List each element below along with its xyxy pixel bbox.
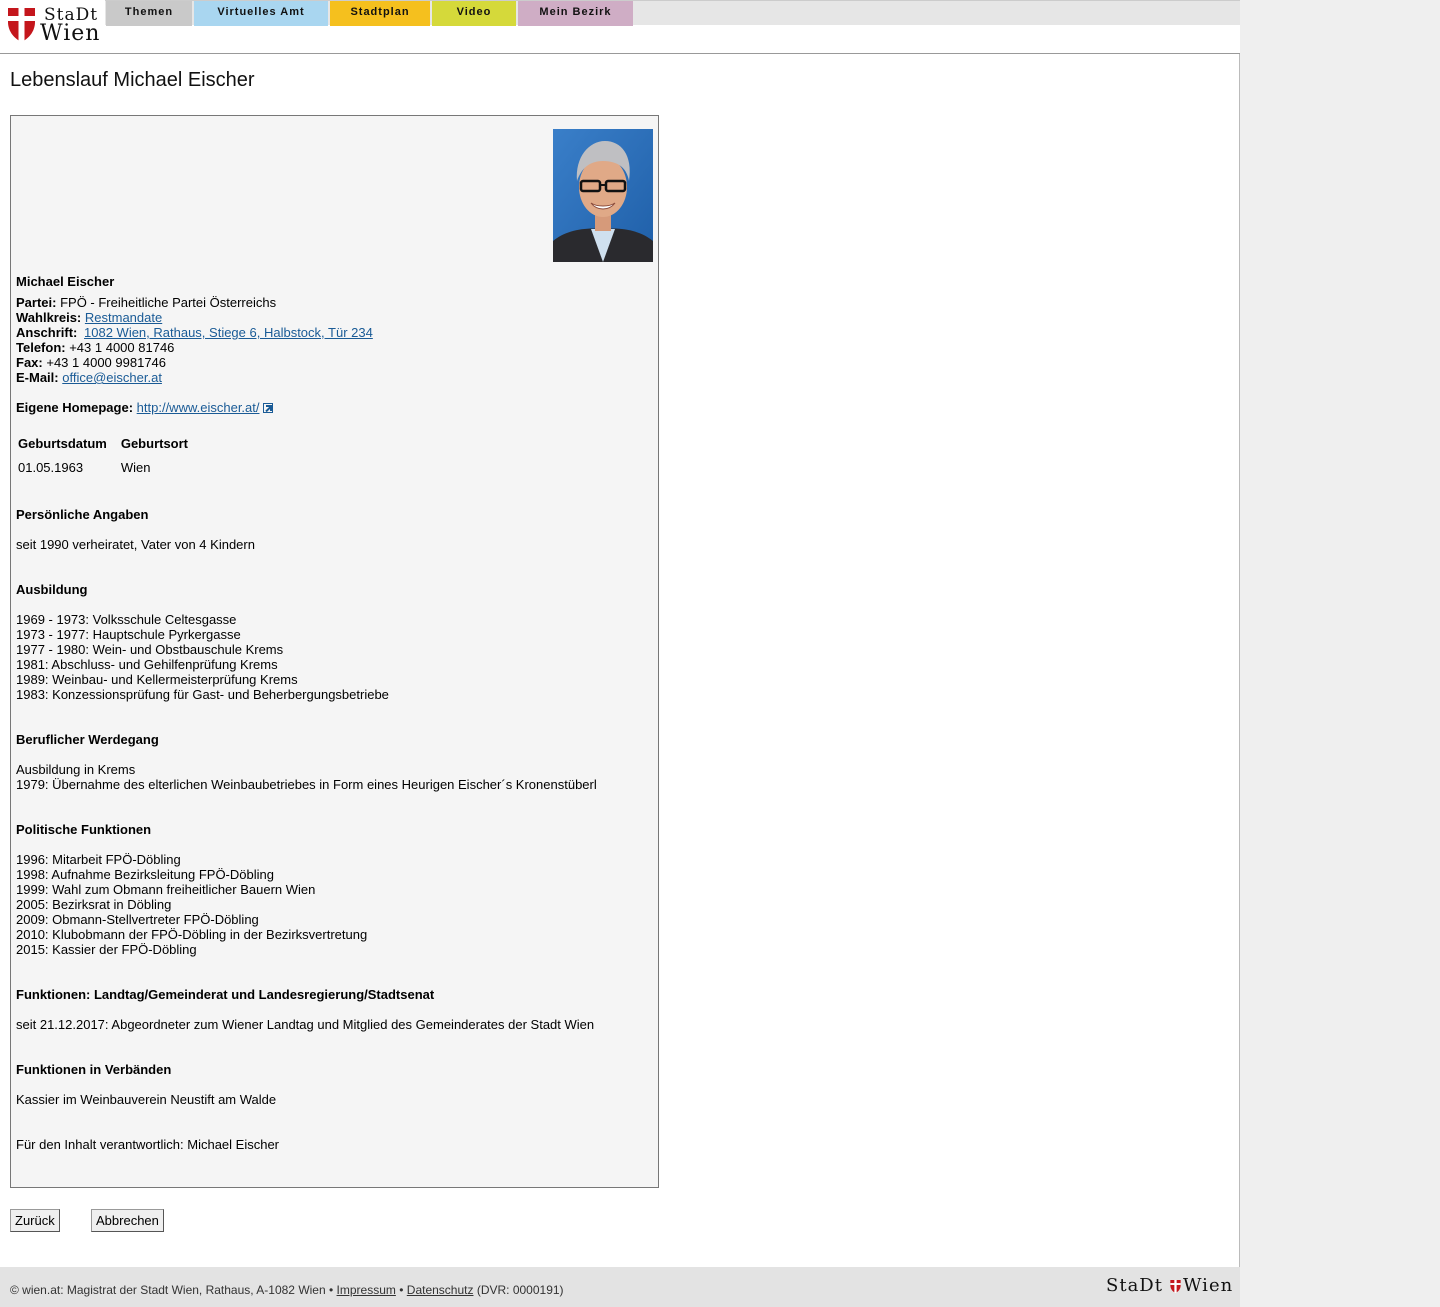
section-heading-ausbildung: Ausbildung bbox=[16, 582, 88, 597]
tab-video[interactable]: Video bbox=[432, 1, 516, 26]
anschrift-link[interactable]: 1082 Wien, Rathaus, Stiege 6, Halbstock,… bbox=[84, 325, 373, 340]
header-geburtsort: Geburtsort bbox=[120, 436, 189, 451]
stadt-wien-logo[interactable]: StaDt Wien bbox=[6, 5, 102, 47]
cell-geburtsdatum: 01.05.1963 bbox=[18, 460, 84, 475]
external-link-icon[interactable] bbox=[262, 403, 273, 413]
datenschutz-link[interactable]: Datenschutz bbox=[407, 1283, 474, 1297]
section-heading-persoenlich: Persönliche Angaben bbox=[16, 507, 149, 522]
partei-row: Partei: FPÖ - Freiheitliche Partei Öster… bbox=[16, 295, 276, 310]
table-row: 01.05.1963 Wien bbox=[16, 457, 200, 477]
table-header-row: Geburtsdatum Geburtsort bbox=[16, 433, 200, 457]
profile-box: Michael Eischer Partei: FPÖ - Freiheitli… bbox=[10, 115, 659, 1188]
tab-virtuelles-amt[interactable]: Virtuelles Amt bbox=[194, 1, 328, 26]
list-item: 1983: Konzessionsprüfung für Gast- und B… bbox=[16, 687, 389, 702]
list-item: 1981: Abschluss- und Gehilfenprüfung Kre… bbox=[16, 657, 278, 672]
anschrift-label: Anschrift: bbox=[16, 325, 78, 340]
cell-geburtsort: Wien bbox=[120, 460, 151, 475]
wahlkreis-label: Wahlkreis: bbox=[16, 310, 82, 325]
page-title: Lebenslauf Michael Eischer bbox=[10, 69, 255, 91]
back-button[interactable]: Zurück bbox=[10, 1209, 60, 1232]
list-item: 2010: Klubobmann der FPÖ-Döbling in der … bbox=[16, 927, 368, 942]
list-item: 1996: Mitarbeit FPÖ-Döbling bbox=[16, 852, 181, 867]
email-link[interactable]: office@eischer.at bbox=[62, 370, 162, 385]
wahlkreis-row: Wahlkreis: Restmandate bbox=[16, 310, 162, 325]
header: StaDt Wien Themen Virtuelles Amt Stadtpl… bbox=[0, 0, 1240, 54]
homepage-link[interactable]: http://www.eischer.at/ bbox=[137, 400, 260, 415]
email-label: E-Mail: bbox=[16, 370, 59, 385]
wien-crest-icon bbox=[1170, 1280, 1181, 1293]
list-item: seit 21.12.2017: Abgeordneter zum Wiener… bbox=[16, 1017, 595, 1032]
section-heading-verbaende: Funktionen in Verbänden bbox=[16, 1062, 172, 1077]
list-item: 2015: Kassier der FPÖ-Döbling bbox=[16, 942, 197, 957]
section-heading-politik: Politische Funktionen bbox=[16, 822, 152, 837]
list-item: Kassier im Weinbauverein Neustift am Wal… bbox=[16, 1092, 277, 1107]
list-item: 1998: Aufnahme Bezirksleitung FPÖ-Döblin… bbox=[16, 867, 274, 882]
section-heading-beruf: Beruflicher Werdegang bbox=[16, 732, 159, 747]
cancel-button[interactable]: Abbrechen bbox=[91, 1209, 164, 1232]
footer-logo-wien: Wien bbox=[1183, 1275, 1234, 1296]
homepage-row: Eigene Homepage: http://www.eischer.at/ bbox=[16, 400, 273, 415]
email-row: E-Mail: office@eischer.at bbox=[16, 370, 162, 385]
footer: © wien.at: Magistrat der Stadt Wien, Rat… bbox=[0, 1267, 1240, 1307]
telefon-label: Telefon: bbox=[16, 340, 66, 355]
footer-copyright: © wien.at: Magistrat der Stadt Wien, Rat… bbox=[10, 1283, 334, 1297]
tab-stadtplan[interactable]: Stadtplan bbox=[330, 1, 430, 26]
page: StaDt Wien Themen Virtuelles Amt Stadtpl… bbox=[0, 0, 1240, 1307]
footer-logo-stadt: StaDt bbox=[1106, 1275, 1163, 1296]
list-item: 2005: Bezirksrat in Döbling bbox=[16, 897, 172, 912]
list-item: 1973 - 1977: Hauptschule Pyrkergasse bbox=[16, 627, 241, 642]
main-navigation: Themen Virtuelles Amt Stadtplan Video Me… bbox=[105, 0, 1240, 26]
fax-value: +43 1 4000 9981746 bbox=[46, 355, 167, 370]
list-item: 1979: Übernahme des elterlichen Weinbaub… bbox=[16, 777, 597, 792]
wien-crest-icon bbox=[8, 8, 35, 42]
footer-dvr: (DVR: 0000191) bbox=[476, 1283, 564, 1297]
responsible-note: Für den Inhalt verantwortlich: Michael E… bbox=[16, 1137, 280, 1152]
profile-name: Michael Eischer bbox=[16, 274, 115, 289]
list-item: 1999: Wahl zum Obmann freiheitlicher Bau… bbox=[16, 882, 316, 897]
tab-themen[interactable]: Themen bbox=[106, 1, 192, 26]
list-item: Ausbildung in Krems bbox=[16, 762, 136, 777]
telefon-row: Telefon: +43 1 4000 81746 bbox=[16, 340, 174, 355]
telefon-value: +43 1 4000 81746 bbox=[69, 340, 175, 355]
logo-text-wien: Wien bbox=[40, 21, 101, 46]
footer-text: © wien.at: Magistrat der Stadt Wien, Rat… bbox=[10, 1283, 564, 1297]
homepage-label: Eigene Homepage: bbox=[16, 400, 134, 415]
list-item: 1969 - 1973: Volksschule Celtesgasse bbox=[16, 612, 237, 627]
header-geburtsdatum: Geburtsdatum bbox=[18, 436, 107, 451]
section-heading-landtag: Funktionen: Landtag/Gemeinderat und Land… bbox=[16, 987, 435, 1002]
fax-label: Fax: bbox=[16, 355, 43, 370]
list-item: seit 1990 verheiratet, Vater von 4 Kinde… bbox=[16, 537, 255, 552]
impressum-link[interactable]: Impressum bbox=[337, 1283, 396, 1297]
birth-table: Geburtsdatum Geburtsort 01.05.1963 Wien bbox=[16, 433, 200, 477]
wahlkreis-link[interactable]: Restmandate bbox=[85, 310, 162, 325]
portrait-photo bbox=[553, 129, 653, 262]
list-item: 2009: Obmann-Stellvertreter FPÖ-Döbling bbox=[16, 912, 259, 927]
footer-separator: • bbox=[399, 1283, 404, 1297]
partei-label: Partei: bbox=[16, 295, 57, 310]
right-gutter bbox=[1240, 0, 1440, 1307]
list-item: 1989: Weinbau- und Kellermeisterprüfung … bbox=[16, 672, 298, 687]
footer-stadt-wien-logo[interactable]: StaDt Wien bbox=[1106, 1275, 1234, 1299]
anschrift-row: Anschrift: 1082 Wien, Rathaus, Stiege 6,… bbox=[16, 325, 373, 340]
list-item: 1977 - 1980: Wein- und Obstbauschule Kre… bbox=[16, 642, 284, 657]
fax-row: Fax: +43 1 4000 9981746 bbox=[16, 355, 166, 370]
partei-value: FPÖ - Freiheitliche Partei Österreichs bbox=[60, 295, 277, 310]
tab-mein-bezirk[interactable]: Mein Bezirk bbox=[518, 1, 633, 26]
